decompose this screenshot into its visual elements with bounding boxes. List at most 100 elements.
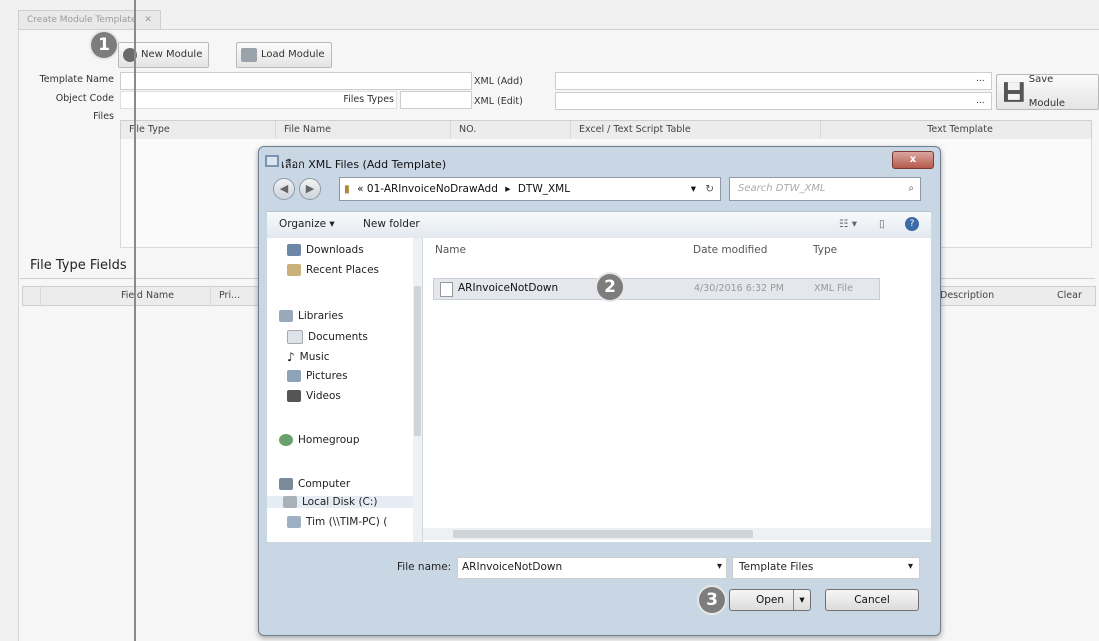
open-button[interactable]: Open ▾ — [729, 589, 811, 611]
col-clear[interactable]: Clear — [1057, 290, 1082, 301]
address-part-2[interactable]: DTW_XML — [518, 183, 570, 195]
col-excel-text-script-table[interactable]: Excel / Text Script Table — [571, 121, 821, 139]
save-module-icon — [1003, 82, 1024, 102]
col-description[interactable]: Description — [940, 290, 994, 301]
nav-scrollbar[interactable] — [413, 238, 422, 542]
new-module-button[interactable]: New Module — [118, 42, 210, 68]
xml-add-browse-button[interactable]: ... — [976, 74, 985, 84]
nav-item-music[interactable]: ♪ Music — [287, 350, 330, 364]
address-dropdown-icon[interactable]: ▾ — [691, 178, 696, 200]
nav-scroll-thumb[interactable] — [414, 286, 421, 436]
file-name-value: ARInvoiceNotDown — [462, 561, 563, 573]
cancel-button[interactable]: Cancel — [825, 589, 919, 611]
horizontal-scroll-thumb[interactable] — [453, 530, 753, 538]
music-icon: ♪ — [287, 350, 295, 364]
load-module-button[interactable]: Load Module — [236, 42, 332, 68]
tab-create-module-template[interactable]: Create Module Template ✕ — [18, 10, 161, 29]
nav-label: Computer — [298, 478, 351, 490]
col-field-name[interactable]: Field Name — [41, 287, 211, 305]
col-header-type[interactable]: Type — [813, 244, 837, 256]
file-row-selected[interactable]: ARInvoiceNotDown 4/30/2016 6:32 PM XML F… — [433, 278, 880, 300]
col-no[interactable]: NO. — [451, 121, 571, 139]
horizontal-scrollbar[interactable] — [423, 528, 931, 540]
nav-item-documents[interactable]: Documents — [287, 330, 368, 344]
videos-icon — [287, 390, 301, 402]
nav-label: Pictures — [306, 370, 348, 382]
folder-icon: ▮ — [344, 183, 350, 195]
file-type: XML File — [814, 283, 853, 294]
step-badge-2: 2 — [597, 274, 623, 300]
search-icon[interactable]: ⌕ — [908, 178, 914, 200]
open-dropdown-icon[interactable]: ▾ — [793, 590, 810, 610]
xml-file-icon — [440, 282, 453, 297]
step-badge-1: 1 — [91, 32, 117, 58]
files-types-input[interactable] — [400, 91, 472, 109]
address-part-1[interactable]: 01-ARInvoiceNoDrawAdd — [367, 183, 498, 195]
new-module-label: New Module — [141, 49, 203, 60]
template-name-input[interactable] — [120, 72, 472, 90]
save-module-label: Save Module — [1028, 74, 1066, 109]
view-options-icon[interactable]: ☷ ▾ — [839, 218, 857, 230]
search-input[interactable]: Search DTW_XML ⌕ — [729, 177, 921, 201]
nav-label: Libraries — [298, 310, 344, 322]
navigation-pane: Downloads Recent Places Libraries Docume… — [267, 238, 423, 542]
forward-icon[interactable]: ▶ — [299, 178, 321, 200]
refresh-icon[interactable]: ↻ — [705, 178, 714, 200]
col-file-type[interactable]: File Type — [121, 121, 276, 139]
disk-icon — [283, 496, 297, 508]
nav-item-network-drive[interactable]: Tim (\\TIM-PC) ( — [287, 516, 387, 528]
col-file-name[interactable]: File Name — [276, 121, 451, 139]
nav-item-videos[interactable]: Videos — [287, 390, 341, 402]
close-icon[interactable]: x — [892, 151, 934, 169]
open-file-dialog: เลือก XML Files (Add Template) x ◀ ▶ ▮ «… — [258, 146, 941, 636]
vertical-guide-line — [134, 0, 136, 641]
file-name-dropdown-icon[interactable]: ▾ — [717, 561, 722, 572]
address-prefix: « — [357, 183, 364, 195]
col-header-name[interactable]: Name — [435, 244, 466, 256]
file-type-filter-select[interactable]: Template Files ▾ — [732, 557, 920, 579]
xml-add-label: XML (Add) — [474, 76, 523, 87]
files-label: Files — [93, 111, 114, 122]
col-header-date-modified[interactable]: Date modified — [693, 244, 767, 256]
back-icon[interactable]: ◀ — [273, 178, 295, 200]
nav-item-recent-places[interactable]: Recent Places — [287, 264, 379, 276]
nav-label: Local Disk (C:) — [302, 496, 378, 508]
pictures-icon — [287, 370, 301, 382]
dialog-toolbar: Organize ▾ New folder ☷ ▾ ▯ ? — [267, 211, 931, 239]
nav-label: Videos — [306, 390, 341, 402]
files-types-label: Files Types — [343, 94, 394, 105]
nav-item-computer[interactable]: Computer — [279, 478, 350, 490]
col-text-template[interactable]: Text Template — [821, 121, 1091, 139]
filter-dropdown-icon[interactable]: ▾ — [908, 561, 913, 572]
nav-label: Documents — [308, 331, 368, 343]
save-module-button[interactable]: Save Module — [996, 74, 1099, 110]
xml-edit-browse-button[interactable]: ... — [976, 96, 985, 106]
col-row-selector — [23, 287, 41, 305]
preview-pane-icon[interactable]: ▯ — [879, 218, 885, 230]
address-bar[interactable]: ▮ « 01-ARInvoiceNoDrawAdd ▸ DTW_XML ▾ ↻ — [339, 177, 721, 201]
organize-button[interactable]: Organize ▾ — [279, 218, 335, 230]
nav-label: Downloads — [306, 244, 364, 256]
nav-item-local-disk[interactable]: Local Disk (C:) — [267, 496, 417, 508]
file-name-input[interactable]: ARInvoiceNotDown ▾ — [457, 557, 727, 579]
load-module-icon — [241, 48, 257, 62]
load-module-label: Load Module — [261, 49, 325, 60]
close-icon[interactable]: ✕ — [144, 15, 152, 25]
file-type-fields-title: File Type Fields — [30, 258, 127, 273]
dialog-footer: File name: ARInvoiceNotDown ▾ Template F… — [267, 543, 931, 629]
address-separator: ▸ — [505, 183, 511, 195]
new-folder-button[interactable]: New folder — [363, 218, 420, 230]
nav-item-downloads[interactable]: Downloads — [287, 244, 364, 256]
help-icon[interactable]: ? — [905, 217, 919, 231]
xml-edit-input[interactable] — [555, 92, 992, 110]
nav-item-homegroup[interactable]: Homegroup — [279, 434, 360, 446]
nav-item-pictures[interactable]: Pictures — [287, 370, 348, 382]
recent-places-icon — [287, 264, 301, 276]
file-list: Name Date modified Type ARInvoiceNotDown… — [423, 238, 931, 542]
nav-item-libraries[interactable]: Libraries — [279, 310, 343, 322]
tab-label: Create Module Template — [27, 15, 137, 25]
xml-add-input[interactable] — [555, 72, 992, 90]
template-name-label: Template Name — [39, 74, 114, 85]
nav-label: Music — [299, 351, 330, 363]
filter-value: Template Files — [739, 561, 814, 573]
